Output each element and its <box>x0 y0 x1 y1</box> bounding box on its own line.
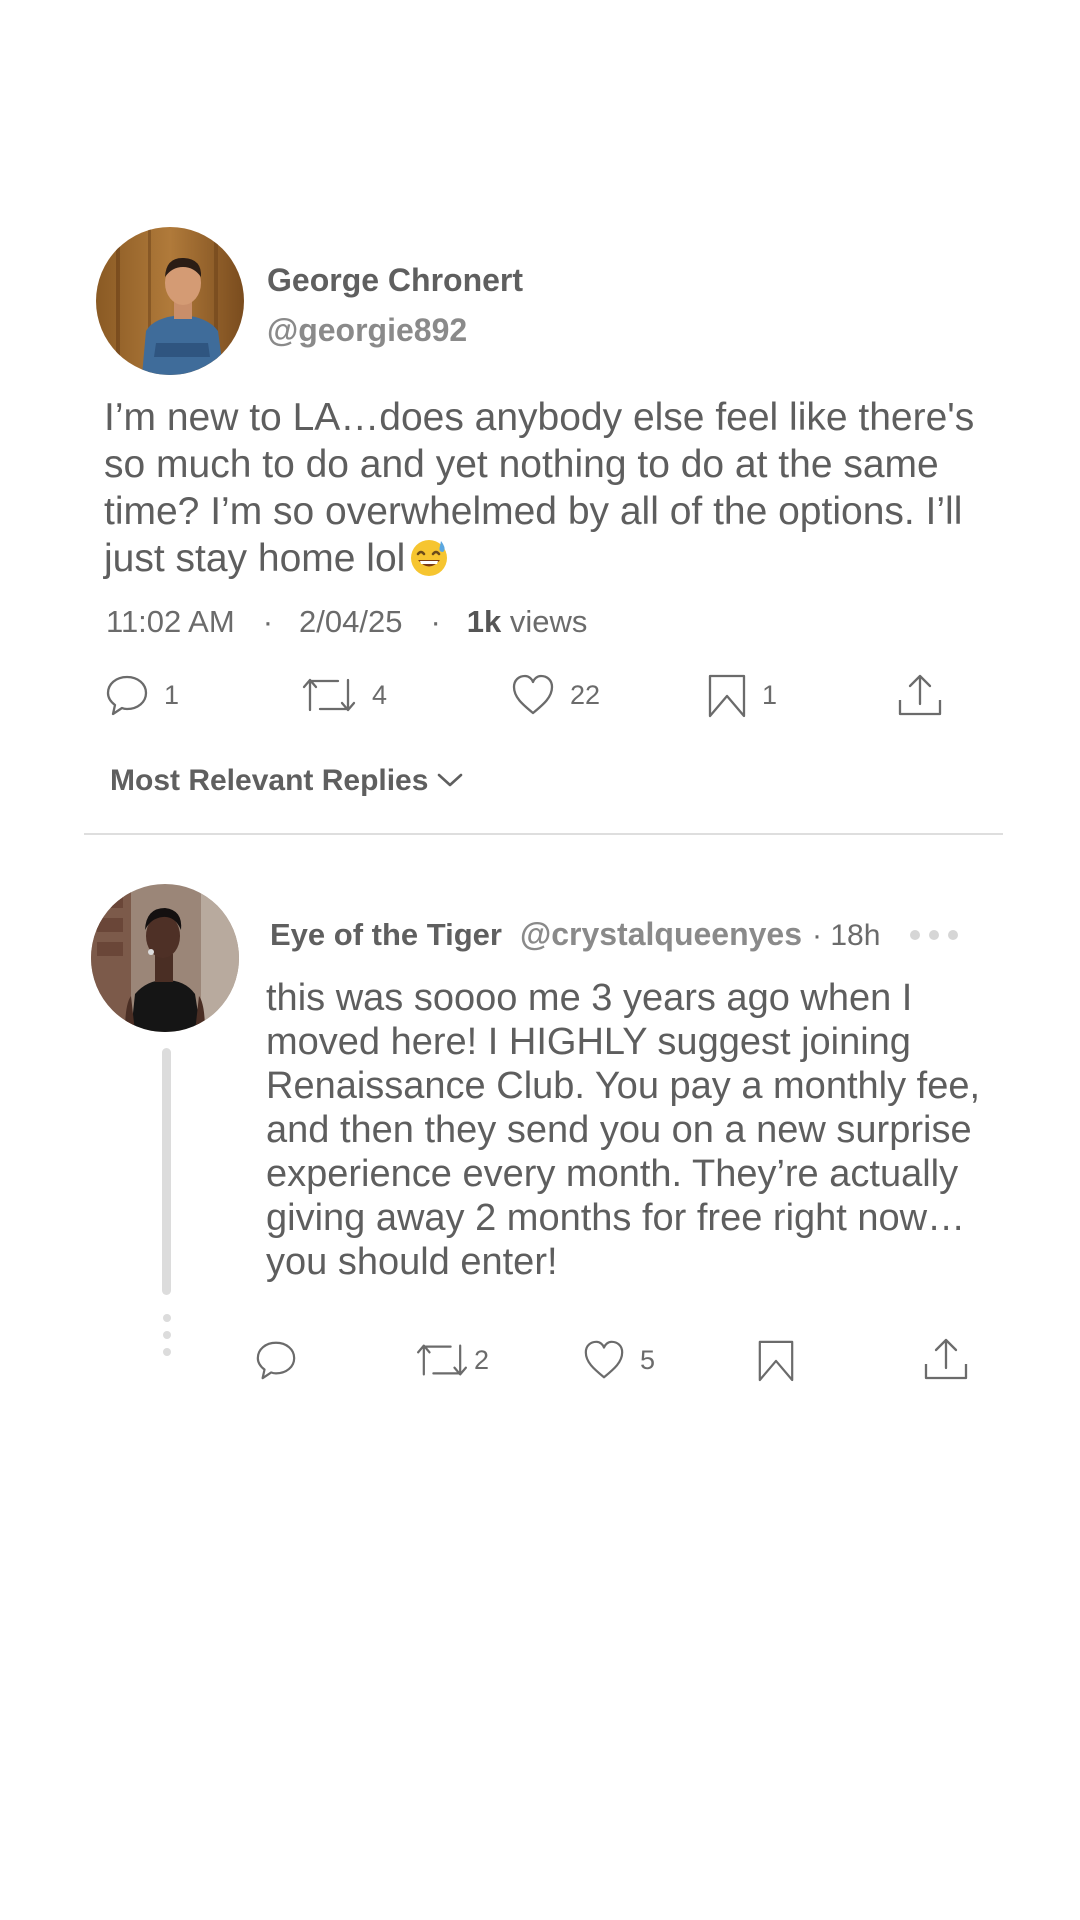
like-button[interactable]: 22 <box>510 672 600 718</box>
repost-button[interactable]: 4 <box>300 672 387 718</box>
like-count: 22 <box>570 679 601 710</box>
heart-icon <box>510 672 556 718</box>
thread-dot <box>163 1314 171 1322</box>
author-name[interactable]: George Chronert <box>267 262 523 299</box>
meta-separator: · <box>430 604 441 639</box>
post-text: I’m new to LA…does anybody else feel lik… <box>104 396 975 580</box>
thread-dot <box>163 1331 171 1339</box>
grinning-sweat-emoji-icon <box>409 537 449 577</box>
meta-separator: · <box>262 604 274 639</box>
share-button[interactable] <box>896 672 944 718</box>
bookmark-icon <box>756 1338 796 1382</box>
comment-icon <box>104 672 150 718</box>
reply-like-button[interactable]: 5 <box>582 1338 655 1382</box>
heart-icon <box>582 1338 626 1382</box>
reply-share-button[interactable] <box>922 1336 970 1382</box>
reply-reply-button[interactable] <box>254 1338 298 1382</box>
reply-author-name[interactable]: Eye of the Tiger <box>270 917 502 953</box>
author-handle[interactable]: @georgie892 <box>267 312 467 349</box>
reply-like-count: 5 <box>640 1344 656 1375</box>
repost-icon <box>300 672 358 718</box>
reply-author-avatar[interactable] <box>91 884 239 1032</box>
bookmark-count: 1 <box>762 679 778 710</box>
section-divider <box>84 833 1003 835</box>
post-body: I’m new to LA…does anybody else feel lik… <box>104 394 1004 582</box>
views-label: views <box>509 604 588 639</box>
post-date: 2/04/25 <box>299 604 403 639</box>
comment-icon <box>254 1338 298 1382</box>
chevron-down-icon <box>428 764 464 798</box>
bookmark-icon <box>706 672 748 718</box>
reply-repost-count: 2 <box>474 1344 490 1375</box>
post-meta: 11:02 AM · 2/04/25 · 1k views <box>106 604 587 640</box>
repost-icon <box>414 1338 470 1382</box>
thread-line <box>162 1048 171 1295</box>
reply-count: 1 <box>164 679 180 710</box>
reply-bookmark-button[interactable] <box>756 1338 796 1382</box>
bookmark-button[interactable]: 1 <box>706 672 777 718</box>
share-icon <box>896 672 944 718</box>
reply-header: Eye of the Tiger @crystalqueenyes · 18h <box>270 916 880 953</box>
reply-body: this was soooo me 3 years ago when I mov… <box>266 977 981 1283</box>
reply-time: · 18h <box>812 919 881 952</box>
author-avatar[interactable] <box>96 227 244 375</box>
share-icon <box>922 1336 970 1382</box>
reply-repost-button[interactable]: 2 <box>414 1338 489 1382</box>
replies-sort-label: Most Relevant Replies <box>110 764 429 797</box>
views-count: 1k <box>466 604 502 639</box>
reply-button[interactable]: 1 <box>104 672 179 718</box>
post-time: 11:02 AM <box>106 604 235 639</box>
thread-dot <box>163 1348 171 1356</box>
replies-sort-dropdown[interactable]: Most Relevant Replies <box>110 764 464 798</box>
reply-author-handle[interactable]: @crystalqueenyes <box>520 916 802 953</box>
more-options-icon[interactable] <box>910 930 958 940</box>
repost-count: 4 <box>372 679 388 710</box>
